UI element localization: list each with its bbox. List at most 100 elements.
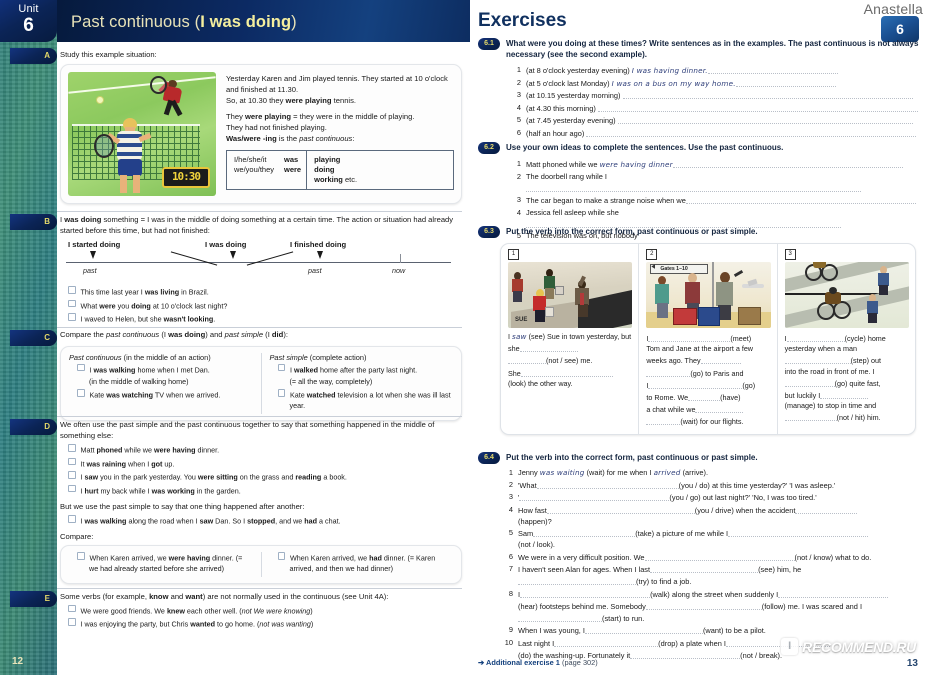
unit-word: Unit [18, 3, 39, 15]
divider [57, 588, 462, 589]
answer-blank[interactable] [526, 182, 861, 192]
list-item: 2 'What (you / do) at this time yesterday?… [508, 479, 836, 490]
handwritten-answer[interactable]: I was having dinner. [632, 66, 708, 75]
bullet-checkbox [68, 299, 76, 307]
list-item: 4 (at 4.30 this morning) [508, 102, 922, 114]
bullet-checkbox [68, 457, 76, 465]
exercise-instruction: What were you doing at these times? Writ… [506, 39, 919, 59]
panel-number: 2 [646, 249, 658, 260]
list-item: 3 ' (you / go) out last night?' 'No, I was… [508, 491, 817, 502]
tennis-illustration: 10:30 [68, 72, 216, 196]
bullet-checkbox [68, 484, 76, 492]
bullet-checkbox [68, 618, 76, 626]
compare-left-column: When Karen arrived, we were having dinne… [61, 546, 261, 583]
exercise-6-3-header: 6.3 Put the verb into the correct form, … [478, 226, 922, 238]
answer-blank[interactable] [519, 491, 670, 501]
answer-blank[interactable] [533, 527, 636, 537]
answer-blank[interactable] [685, 194, 916, 204]
example-para-2: They were playing = they were in the mid… [226, 112, 415, 143]
exercise-number-badge: 6.3 [478, 226, 500, 238]
answer-blank[interactable] [584, 624, 703, 634]
section-tab-e: E [10, 591, 57, 607]
user-watermark-name: Anastella [863, 1, 923, 17]
answer-blank[interactable] [536, 479, 679, 489]
panel-number: 3 [784, 249, 796, 260]
section-a: Study this example situation: 10:30 Yest… [60, 50, 462, 204]
answer-blank[interactable] [650, 563, 759, 573]
answer-blank[interactable] [622, 89, 913, 99]
list-item: This time last year I was living in Braz… [60, 286, 462, 298]
additional-exercise-link[interactable]: ➔ Additional exercise 1 (page 302) [478, 658, 598, 667]
exercise-number-badge: 6.2 [478, 142, 500, 154]
section-c: Compare the past continuous (I was doing… [60, 330, 462, 421]
section-d-compare-label: Compare: [60, 532, 94, 541]
answer-blank[interactable] [597, 102, 918, 112]
list-item: Kate watched television a lot when she w… [270, 389, 454, 412]
timeline-arrow-mid [230, 251, 236, 259]
answer-blank[interactable] [546, 504, 695, 514]
section-tab-d: D [10, 419, 57, 435]
list-item: I was walking home when I met Dan. [69, 363, 253, 376]
compare-card-d: When Karen arrived, we were having dinne… [60, 545, 462, 584]
bullet-checkbox [68, 604, 76, 612]
section-b: I was doing something = I was in the mid… [60, 215, 462, 327]
panel-1-text: I saw (see) Sue in town yesterday, but s… [508, 332, 632, 388]
handwritten-answer[interactable]: were having dinner [600, 160, 673, 169]
exercise-6-3: 6.3 Put the verb into the correct form, … [478, 226, 922, 435]
exercise-6-1-header: 6.1 What were you doing at these times? … [478, 38, 922, 60]
section-b-lead: I was doing something = I was in the mid… [60, 215, 454, 235]
section-tab-a: A [10, 48, 57, 64]
exercise-6-2-header: 6.2 Use your own ideas to complete the s… [478, 142, 922, 154]
bullet-checkbox [68, 313, 76, 321]
list-item: I was walking along the road when I saw … [60, 515, 462, 527]
timeline-arrow-end [317, 251, 323, 259]
example-text: Yesterday Karen and Jim played tennis. T… [226, 72, 454, 196]
column-heading: Past continuous (in the middle of an act… [69, 352, 211, 362]
player-near-icon [94, 118, 158, 194]
list-item: 4 How fast (you / drive) when the accident… [500, 504, 922, 527]
section-d: We often use the past simple and the pas… [60, 420, 462, 584]
bullet-checkbox [68, 471, 76, 479]
list-item: We were good friends. We knew each other… [60, 604, 462, 617]
unit-number: 6 [23, 15, 34, 36]
bullet-checkbox [68, 515, 76, 523]
timeline-range-right [246, 251, 294, 266]
list-item: I was enjoying the party, but Chris want… [60, 618, 462, 630]
page-number-left: 12 [12, 656, 24, 667]
exercise-instruction: Put the verb into the correct form, past… [506, 227, 758, 236]
list-item: What were you doing at 10 o'clock last n… [60, 299, 462, 312]
handwritten-answer[interactable]: saw [512, 332, 527, 341]
list-item: 8 I (walk) along the street when suddenly … [500, 588, 922, 624]
panel-number: 1 [508, 249, 519, 260]
was-were-pronoun-col: I/he/she/it was we/you/they were [227, 150, 308, 189]
list-item: 6 We were in a very difficult position. W… [508, 551, 872, 562]
list-item: 3 (at 10.15 yesterday morning) [508, 89, 922, 101]
table-row: we/you/they were [234, 164, 302, 174]
list-item: 1 Jenny was waiting (wait) for me when I … [508, 468, 709, 477]
answer-blank[interactable] [617, 114, 913, 124]
sue-label: SUE [515, 317, 528, 323]
gates-sign: Gates 1–10 [650, 264, 709, 274]
left-page: Unit 6 Past continuous (I was doing) A S… [0, 0, 470, 675]
handwritten-answer[interactable]: was waiting [540, 468, 585, 477]
list-item: It was raining when I got up. [60, 457, 462, 470]
bullet-checkbox [68, 286, 76, 294]
answer-blank[interactable] [554, 637, 659, 647]
list-item: 2 The doorbell rang while I [508, 171, 922, 194]
answer-blank[interactable] [644, 551, 795, 561]
answer-blank[interactable] [586, 127, 917, 137]
compare-right-column: When Karen arrived, we had dinner. (= Ka… [262, 546, 462, 583]
picture-panel-1: 1 SUE I saw (see) Sue in town yesterday,… [501, 244, 638, 434]
list-item: 5 Sam (take) a picture of me while I (not /… [500, 527, 922, 550]
picture-panel-3: 3 I (cycle) home yesterday when a man (s… [776, 244, 915, 434]
exercise-6-1-items: 1 (at 8 o'clock yesterday evening) I was … [508, 64, 922, 139]
handwritten-answer[interactable]: I was on a bus on my way home. [612, 79, 736, 88]
page-title: Past continuous (I was doing) [71, 13, 297, 31]
timeline-now-tick [400, 254, 402, 263]
handwritten-answer[interactable]: arrived [654, 468, 681, 477]
answer-blank[interactable] [520, 588, 651, 598]
exercise-6-4-items: 1 Jenny was waiting (wait) for me when I … [500, 467, 922, 661]
was-were-verb-col: playing doing working etc. [307, 151, 364, 189]
cyclist-scene-illustration [784, 262, 909, 328]
unit-badge: Unit 6 [0, 0, 57, 42]
